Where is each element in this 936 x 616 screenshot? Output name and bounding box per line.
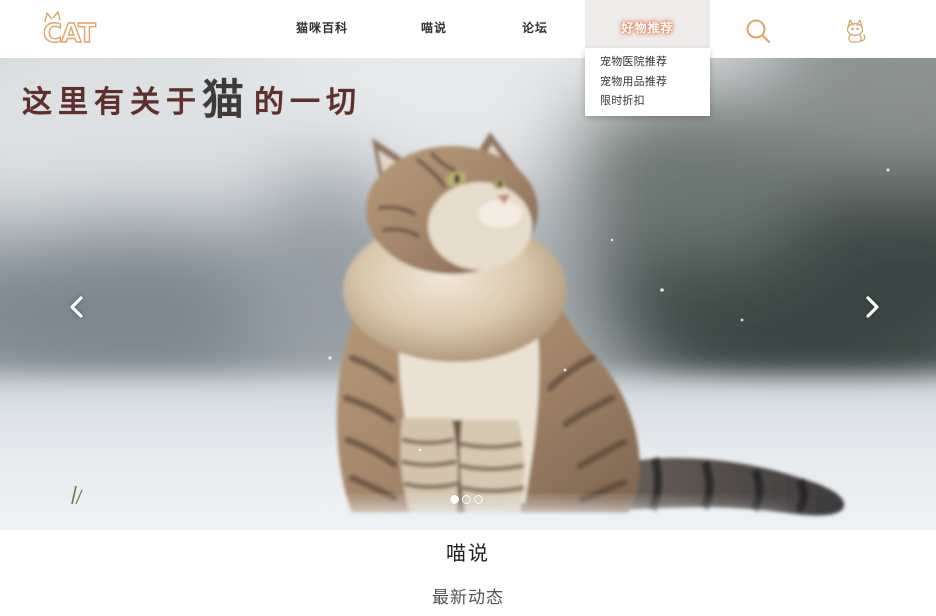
nav-item-forum[interactable]: 论坛 [485, 0, 585, 48]
logo-text: CAT [43, 19, 96, 48]
dropdown-item-limited-discount[interactable]: 限时折扣 [585, 91, 710, 111]
snowflake [328, 356, 332, 360]
search-button[interactable] [744, 17, 772, 45]
tagline-end: 的一切 [254, 85, 363, 120]
nav-item-label: 好物推荐 [621, 21, 674, 35]
nav-item-miao-talk[interactable]: 喵说 [384, 0, 484, 48]
nav-item-label: 论坛 [521, 21, 548, 35]
carousel-next-button[interactable] [863, 296, 881, 318]
hero-tagline: 这里有关于猫的一切 [22, 76, 362, 124]
carousel-dot[interactable] [462, 495, 471, 504]
cat-icon-body [848, 34, 862, 43]
cat-icon-button[interactable] [841, 17, 869, 45]
section-subtitle: 最新动态 [432, 588, 504, 608]
chevron-left-stroke [70, 296, 83, 318]
cat-icon-eye [856, 27, 859, 31]
leg-stripe [401, 459, 457, 468]
tagline-start: 这里有关于 [22, 85, 202, 120]
recommendations-dropdown: 宠物医院推荐 宠物用品推荐 限时折扣 [585, 48, 710, 116]
chevron-left-icon [70, 296, 83, 318]
carousel-prev-button[interactable] [68, 296, 86, 318]
carousel-indicators [450, 495, 486, 505]
chevron-right-icon [866, 296, 879, 318]
snowflake [418, 448, 422, 452]
carousel-dot[interactable] [450, 495, 459, 504]
dropdown-item-pet-supplies[interactable]: 宠物用品推荐 [585, 72, 710, 92]
cat-ears-icon: CAT [42, 11, 98, 48]
site-header: CAT 猫咪百科 喵说 论坛 好物推荐 [0, 0, 936, 58]
cat-icon-eye [851, 27, 854, 31]
snowflake [660, 288, 664, 292]
section-title: 喵说 [446, 541, 490, 565]
cat-icon-head [846, 23, 864, 36]
dropdown-item-pet-hospitals[interactable]: 宠物医院推荐 [585, 52, 710, 72]
carousel-dot[interactable] [474, 495, 483, 504]
cat-icon-outline [846, 19, 866, 43]
cat-pupil [498, 180, 502, 188]
leg-stripe [403, 481, 459, 490]
search-icon-handle [761, 34, 771, 44]
cat-icon [846, 19, 866, 43]
snowflake [886, 168, 890, 172]
snowflake [740, 318, 744, 322]
nav-item-recommendations[interactable]: 好物推荐 [585, 0, 710, 48]
nav-item-cat-encyclopedia[interactable]: 猫咪百科 [272, 0, 372, 48]
cat-pupil [454, 174, 460, 184]
nav-item-label: 喵说 [420, 21, 447, 35]
search-icon [746, 19, 771, 44]
cat-muzzle [478, 200, 522, 228]
hero-image [0, 58, 936, 530]
snowflake [610, 238, 614, 242]
cat-face [428, 182, 532, 270]
tagline-highlight: 猫 [202, 75, 255, 124]
logo[interactable]: CAT [40, 8, 102, 48]
chevron-right-stroke [866, 296, 879, 318]
snowflake [563, 368, 567, 372]
nav-item-label: 猫咪百科 [295, 21, 348, 35]
hero-carousel: 这里有关于猫的一切 [0, 58, 936, 530]
